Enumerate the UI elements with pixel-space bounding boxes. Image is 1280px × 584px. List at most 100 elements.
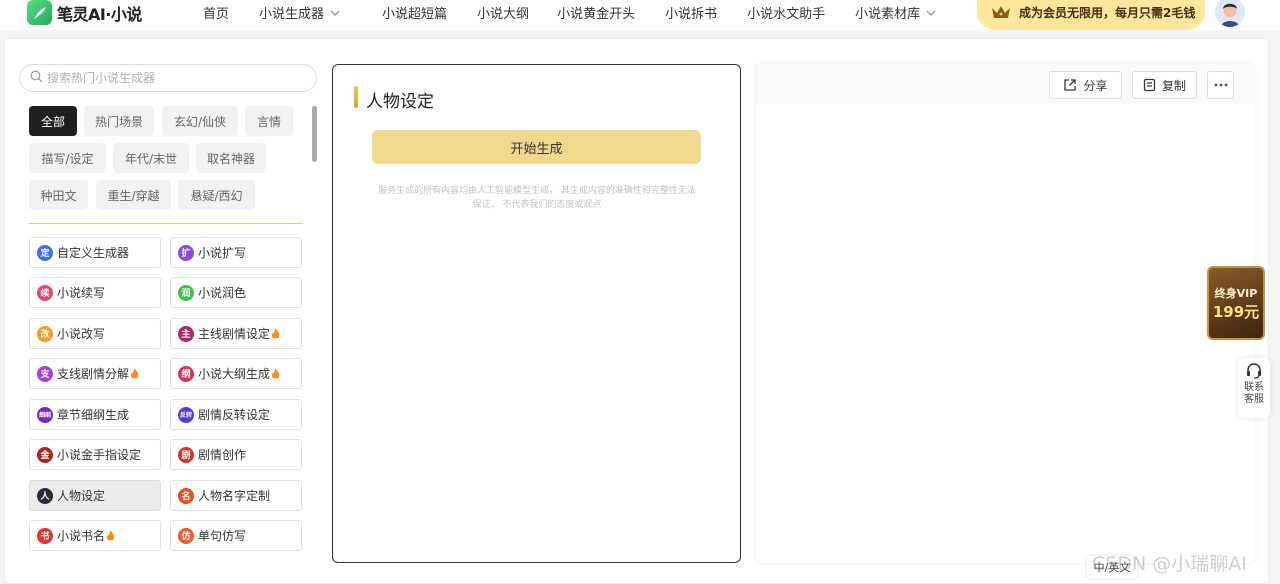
category-chip-romance[interactable]: 言情 [245,106,293,136]
brand-logo[interactable]: 笔灵AI·小说 [27,0,142,25]
nav-novel-generator[interactable]: 小说生成器 [259,3,340,22]
search-icon [30,70,43,87]
character-avatar-icon: 人 [37,487,53,504]
name-icon: 名 [178,487,194,504]
customer-service-button[interactable]: 联系 客服 [1238,358,1270,418]
tool-label: 章节细纲生成 [57,408,130,422]
nav-label: 小说素材库 [855,7,921,22]
tool-label: 小说大纲生成 [198,367,271,381]
continue-icon: 续 [37,284,53,301]
copy-icon [1143,78,1156,92]
search-input[interactable] [47,71,297,85]
disclaimer-line: 保证， 不代表我们的态度或观点 [472,200,602,210]
subplot-icon: 支 [37,365,53,382]
chip-label: 年代/末世 [124,151,178,166]
category-chip-naming[interactable]: 取名神器 [196,143,266,173]
top-navbar: 笔灵AI·小说 首页 小说生成器 小说超短篇 小说大纲 小说黄金开头 小说拆书 … [0,0,1280,30]
tool-card-main-plot[interactable]: 主 主线剧情设定 [170,318,302,349]
headset-icon [1247,363,1261,379]
fire-hot-icon [106,529,115,542]
chip-label: 取名神器 [206,151,255,166]
category-chip-mystery[interactable]: 悬疑/西幻 [178,180,255,210]
rewrite-icon: 改 [37,325,53,342]
nav-outline[interactable]: 小说大纲 [477,3,529,22]
nav-label: 首页 [203,7,230,22]
nav-golden-opening[interactable]: 小说黄金开头 [557,3,635,22]
tool-search-box[interactable] [19,64,317,92]
tool-card-custom-generator[interactable]: 定 自定义生成器 [29,237,161,268]
category-chip-description[interactable]: 描写/设定 [29,143,106,173]
tool-card-polish[interactable]: 润 小说润色 [170,277,302,308]
tool-card-book-title[interactable]: 书 小说书名 [29,520,161,551]
tool-label: 主线剧情设定 [198,327,271,341]
chip-label: 重生/穿越 [107,188,160,203]
expand-icon: 扩 [178,244,194,261]
tool-label: 小说扩写 [198,246,247,260]
output-panel [756,64,1254,563]
category-chip-era[interactable]: 年代/末世 [113,143,189,173]
tool-card-sentence-imitate[interactable]: 仿 单句仿写 [170,520,302,551]
chip-label: 种田文 [40,188,77,203]
membership-promo-button[interactable]: 成为会员无限用，每月只需2毛钱 [977,0,1205,30]
custom-generator-icon: 定 [37,244,53,261]
more-options-button[interactable] [1207,71,1234,99]
tool-label: 人物设定 [57,489,106,503]
lifetime-vip-badge[interactable]: 终身VIP 199元 [1207,266,1265,340]
share-label: 分享 [1083,78,1108,93]
tool-card-expand[interactable]: 扩 小说扩写 [170,237,302,268]
promo-text: 成为会员无限用，每月只需2毛钱 [1019,5,1196,20]
category-chip-fantasy[interactable]: 玄幻/仙侠 [162,106,238,136]
tool-label: 小说润色 [198,286,247,300]
tool-label: 支线剧情分解 [57,367,130,381]
tool-card-golden-finger[interactable]: 金 小说金手指设定 [29,439,161,470]
tool-card-chapter-outline[interactable]: 细纲 章节细纲生成 [29,399,161,430]
category-chip-rebirth[interactable]: 重生/穿越 [96,180,171,210]
nav-home[interactable]: 首页 [203,3,229,22]
nav-book-breakdown[interactable]: 小说拆书 [665,3,717,22]
chip-label: 玄幻/仙侠 [173,114,227,129]
panel-title: 人物设定 [366,92,434,112]
csdn-watermark: CSDN @小瑞聊AI [1092,553,1247,575]
vip-badge-line: 终身VIP [1214,286,1258,300]
nav-label: 小说超短篇 [382,7,448,22]
fire-hot-icon [271,327,280,340]
category-chip-all[interactable]: 全部 [29,106,77,136]
user-avatar[interactable] [1215,0,1245,27]
service-label: 联系 [1244,382,1264,393]
copy-label: 复制 [1161,78,1186,93]
tool-card-continue[interactable]: 续 小说续写 [29,277,161,308]
tool-label: 剧情反转设定 [198,408,271,422]
share-button[interactable]: 分享 [1049,71,1122,99]
chapter-outline-icon: 细纲 [37,406,53,423]
tool-card-plot-twist[interactable]: 反转 剧情反转设定 [170,399,302,430]
category-chip-hot-scenes[interactable]: 热门场景 [84,106,154,136]
nav-label: 小说水文助手 [747,7,826,22]
section-divider [29,223,303,224]
chip-label: 热门场景 [94,114,143,129]
tool-label: 剧情创作 [198,448,247,462]
nav-label: 小说黄金开头 [557,7,636,22]
tool-card-outline-gen[interactable]: 纲 小说大纲生成 [170,358,302,389]
main-plot-icon: 主 [178,325,194,342]
chip-label: 全部 [40,114,65,129]
category-scrollbar[interactable] [312,106,317,162]
nav-filler-assistant[interactable]: 小说水文助手 [747,3,825,22]
share-icon [1064,79,1077,91]
tool-label: 小说金手指设定 [57,448,142,462]
tool-card-subplot[interactable]: 支 支线剧情分解 [29,358,161,389]
tool-label: 单句仿写 [198,529,247,543]
tool-card-name-custom[interactable]: 名 人物名字定制 [170,480,302,511]
fire-hot-icon [271,367,280,380]
category-chip-farming[interactable]: 种田文 [29,180,88,210]
chevron-down-icon [330,10,340,16]
nav-short-story[interactable]: 小说超短篇 [382,3,447,22]
copy-button[interactable]: 复制 [1132,71,1197,99]
nav-material-library[interactable]: 小说素材库 [855,3,936,22]
chip-label: 描写/设定 [41,151,94,166]
tool-card-character-setting[interactable]: 人 人物设定 [29,480,161,511]
tool-card-rewrite[interactable]: 改 小说改写 [29,318,161,349]
golden-finger-icon: 金 [37,446,53,463]
tool-card-plot-creation[interactable]: 剧 剧情创作 [170,439,302,470]
start-generate-button[interactable]: 开始生成 [372,130,701,164]
imitate-icon: 仿 [178,527,194,544]
